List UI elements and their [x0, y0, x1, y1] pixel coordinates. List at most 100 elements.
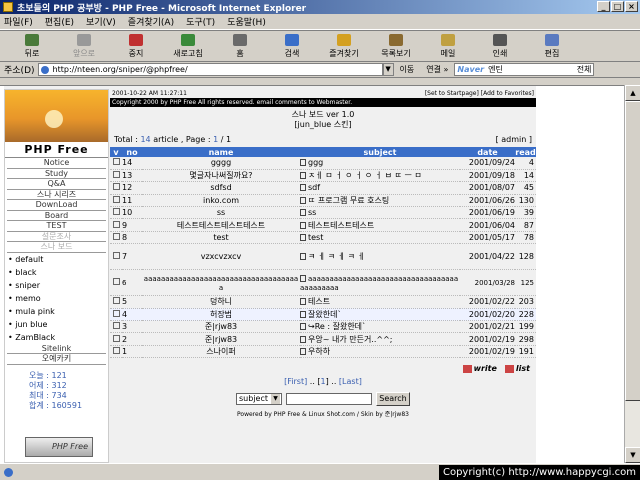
cell-subject[interactable]: 테스트: [300, 295, 460, 309]
skin-item[interactable]: • memo: [8, 292, 108, 305]
cell-subject[interactable]: ㅋ ㅔ ㅋ ㅔ ㅋ ㅔ: [300, 243, 460, 271]
row-checkbox[interactable]: [112, 220, 120, 228]
cell-subject[interactable]: 잘왔한데`: [300, 308, 460, 322]
skin-item[interactable]: • black: [8, 266, 108, 279]
cell-name[interactable]: ss: [142, 206, 300, 220]
cell-subject[interactable]: aaaaaaaaaaaaaaaaaaaaaaaaaaaaaaaaaaaaaaaa…: [300, 269, 460, 297]
row-checkbox[interactable]: [112, 195, 120, 203]
table-row[interactable]: 5 덩하니 테스트 2001/02/22 203: [110, 295, 536, 309]
row-checkbox[interactable]: [112, 233, 120, 241]
sidebar-item[interactable]: Study: [7, 168, 106, 179]
cell-subject[interactable]: 테스트테스트테스트: [300, 218, 460, 232]
row-checkbox[interactable]: [112, 334, 120, 342]
naver-search-text[interactable]: 엔틴: [488, 64, 503, 75]
cell-subject[interactable]: 우앙~ 내가 만든거..^^;: [300, 332, 460, 346]
cell-name[interactable]: inko.com: [142, 194, 300, 208]
sidebar-item[interactable]: TEST: [7, 221, 106, 232]
row-checkbox[interactable]: [112, 322, 120, 330]
cell-name[interactable]: 준|rjw83: [142, 332, 300, 346]
toolbar-button-5[interactable]: 검색: [268, 33, 316, 59]
row-checkbox[interactable]: [112, 208, 120, 216]
cell-name[interactable]: 허장범: [142, 308, 300, 322]
table-row[interactable]: 7 vzxcvzxcv ㅋ ㅔ ㅋ ㅔ ㅋ ㅔ 2001/04/22 128: [110, 243, 536, 271]
table-row[interactable]: 2 준|rjw83 우앙~ 내가 만든거..^^; 2001/02/19 298: [110, 332, 536, 346]
write-button[interactable]: write: [463, 364, 497, 373]
menu-favorites[interactable]: 즐겨찾기(A): [128, 15, 174, 28]
first-page-link[interactable]: [First]: [284, 377, 307, 386]
go-button[interactable]: 이동: [400, 64, 415, 75]
search-input[interactable]: [286, 393, 372, 406]
skin-item[interactable]: • ZamBlack: [8, 331, 108, 344]
skin-item[interactable]: • jun blue: [8, 318, 108, 331]
sidebar-item[interactable]: DownLoad: [7, 200, 106, 211]
cell-name[interactable]: 스나이퍼: [142, 345, 300, 359]
menu-edit[interactable]: 편집(E): [45, 15, 74, 28]
skin-item[interactable]: • mula pink: [8, 305, 108, 318]
toolbar-button-9[interactable]: 인쇄: [476, 33, 524, 59]
row-checkbox[interactable]: [112, 252, 120, 260]
table-row[interactable]: 9 테스트테스트테스트테스트 테스트테스트테스트 2001/06/04 87: [110, 218, 536, 232]
sidebar-item[interactable]: Q&A: [7, 179, 106, 190]
scroll-up-arrow-icon[interactable]: ▲: [625, 85, 640, 101]
cell-name[interactable]: 준|rjw83: [142, 320, 300, 334]
sidebar-item[interactable]: 오예카키: [7, 354, 106, 365]
cell-subject[interactable]: 우하하: [300, 345, 460, 359]
last-page-link[interactable]: [Last]: [339, 377, 362, 386]
table-row[interactable]: 4 허장범 잘왔한데` 2001/02/20 228: [110, 308, 536, 322]
sidebar-item[interactable]: Sitelink: [7, 343, 106, 354]
menu-file[interactable]: 파일(F): [4, 15, 33, 28]
table-row[interactable]: 13 몇글자나써질까요? ㅈㅔ ㅁ ㅓ ㅇ ㅓ ㅇ ㅓ ㅂ ㄸ ㅡ ㅁ 2001/09…: [110, 169, 536, 183]
cell-subject[interactable]: test: [300, 231, 460, 245]
vertical-scrollbar[interactable]: ▲ ▼: [624, 85, 640, 463]
scroll-down-arrow-icon[interactable]: ▼: [625, 447, 640, 463]
cell-subject[interactable]: ss: [300, 206, 460, 220]
table-row[interactable]: 14 gggg ggg 2001/09/24 4: [110, 157, 536, 170]
minimize-button[interactable]: _: [597, 1, 610, 12]
skin-item[interactable]: • default: [8, 253, 108, 266]
menu-help[interactable]: 도움말(H): [227, 15, 266, 28]
toolbar-button-1[interactable]: 앞으로: [60, 33, 108, 59]
admin-link[interactable]: [ admin ]: [496, 135, 532, 144]
row-checkbox[interactable]: [112, 278, 120, 286]
cell-name[interactable]: sdfsd: [142, 181, 300, 195]
maximize-button[interactable]: □: [611, 1, 624, 12]
row-checkbox[interactable]: [112, 297, 120, 305]
startpage-favorites-links[interactable]: [Set to Startpage] [Add to Favorites]: [425, 89, 534, 98]
row-checkbox[interactable]: [112, 309, 120, 317]
toolbar-button-6[interactable]: 즐겨찾기: [320, 33, 368, 59]
toolbar-button-7[interactable]: 목록보기: [372, 33, 420, 59]
search-field-select[interactable]: subject: [236, 393, 282, 406]
toolbar-button-3[interactable]: 새로고침: [164, 33, 212, 59]
menu-tools[interactable]: 도구(T): [186, 15, 215, 28]
toolbar-button-4[interactable]: 홈: [216, 33, 264, 59]
row-checkbox[interactable]: [112, 346, 120, 354]
table-row[interactable]: 8 test test 2001/05/17 78: [110, 231, 536, 245]
table-row[interactable]: 1 스나이퍼 우하하 2001/02/19 191: [110, 345, 536, 359]
cell-name[interactable]: 덩하니: [142, 295, 300, 309]
menu-view[interactable]: 보기(V): [86, 15, 116, 28]
links-button[interactable]: 연결 »: [426, 64, 448, 75]
sidebar-item[interactable]: Board: [7, 210, 106, 221]
toolbar-button-8[interactable]: 메일: [424, 33, 472, 59]
table-row[interactable]: 6 aaaaaaaaaaaaaaaaaaaaaaaaaaaaaaaaaaaaa aa…: [110, 269, 536, 297]
cell-subject[interactable]: ㄸ 프로그램 무료 호스팅: [300, 194, 460, 208]
cell-subject[interactable]: sdf: [300, 181, 460, 195]
row-checkbox[interactable]: [112, 158, 120, 166]
row-checkbox[interactable]: [112, 183, 120, 191]
toolbar-button-0[interactable]: 뒤로: [8, 33, 56, 59]
sidebar-item[interactable]: 스나 시리즈: [7, 189, 106, 200]
cell-subject[interactable]: ㅈㅔ ㅁ ㅓ ㅇ ㅓ ㅇ ㅓ ㅂ ㄸ ㅡ ㅁ: [300, 169, 460, 183]
skin-item[interactable]: • sniper: [8, 279, 108, 292]
scroll-thumb[interactable]: [625, 101, 640, 401]
cell-name[interactable]: 몇글자나써질까요?: [142, 169, 300, 183]
table-row[interactable]: 10 ss ss 2001/06/19 39: [110, 206, 536, 220]
close-button[interactable]: ×: [625, 1, 638, 12]
address-input[interactable]: http://nteen.org/sniper/@phpfree/: [37, 63, 383, 76]
php-free-logo-button[interactable]: PHP Free: [25, 437, 93, 457]
address-dropdown[interactable]: ▼: [382, 63, 394, 76]
cell-name[interactable]: aaaaaaaaaaaaaaaaaaaaaaaaaaaaaaaaaaaaa: [142, 269, 300, 297]
cell-name[interactable]: test: [142, 231, 300, 245]
sidebar-item[interactable]: 설문조사: [7, 231, 106, 242]
toolbar-button-2[interactable]: 중지: [112, 33, 160, 59]
row-checkbox[interactable]: [112, 171, 120, 179]
